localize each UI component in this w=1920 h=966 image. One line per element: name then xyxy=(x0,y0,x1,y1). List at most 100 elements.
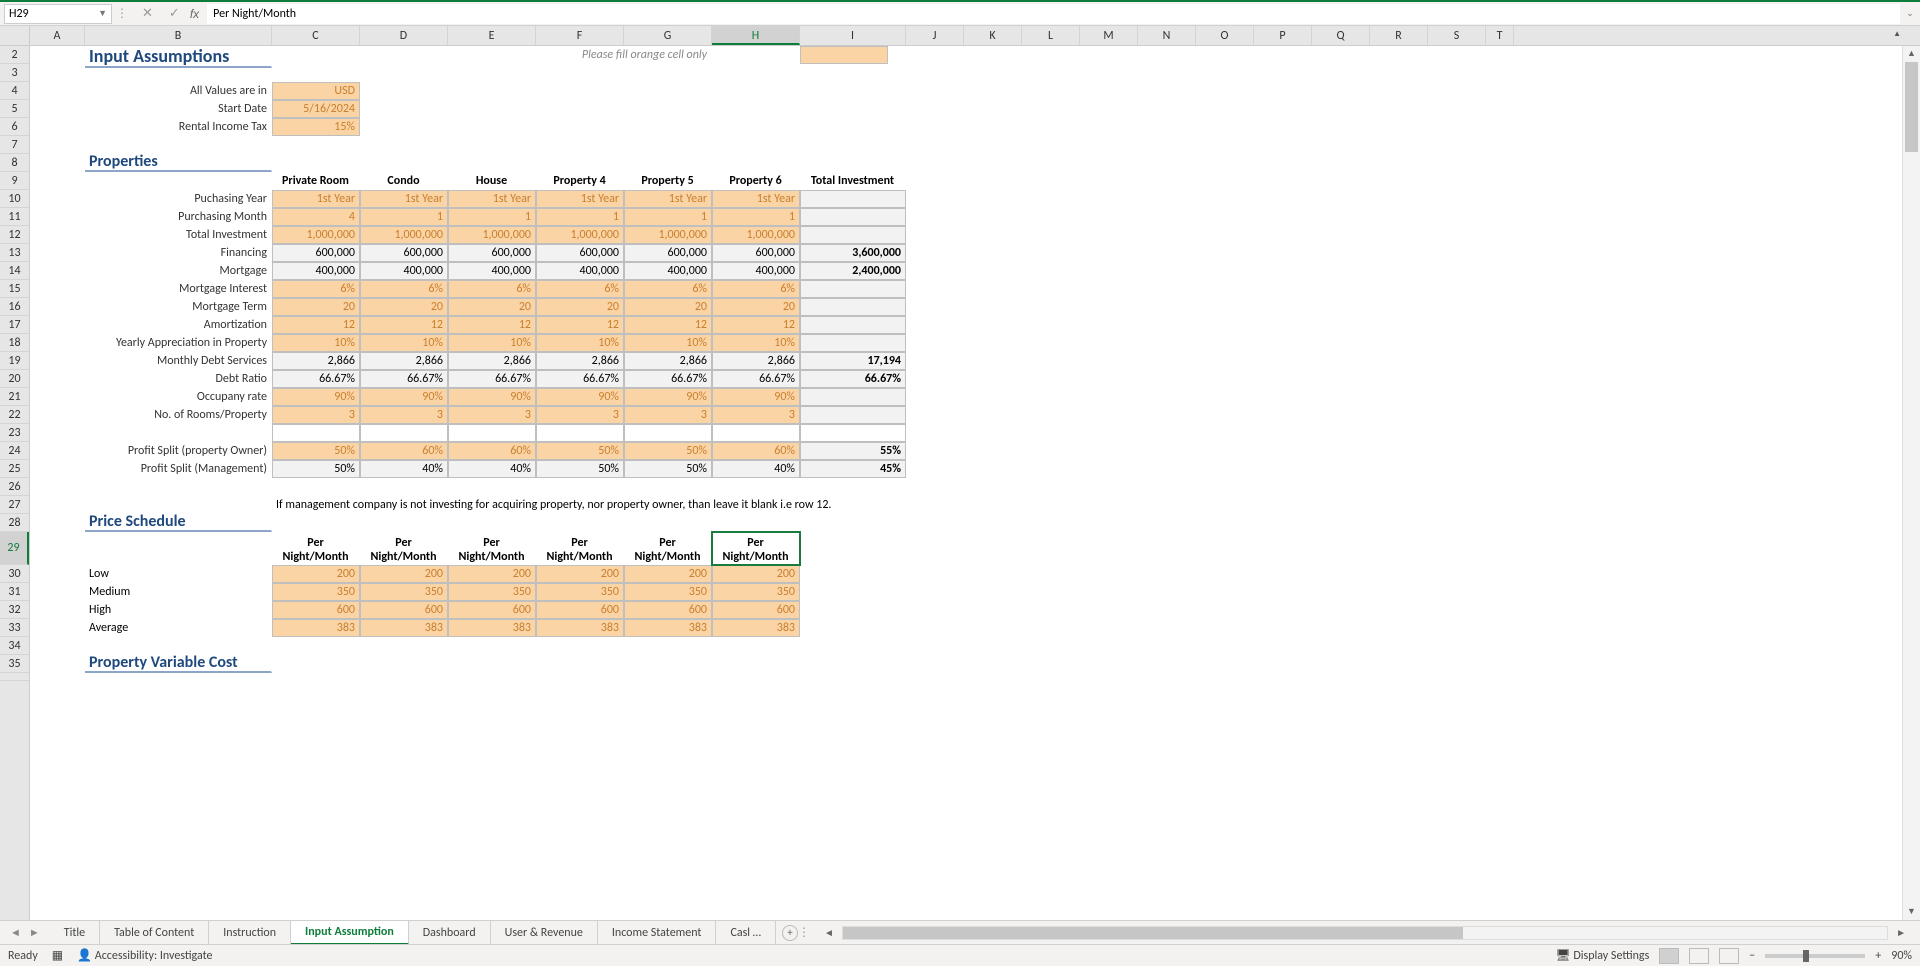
cell-mortgageInterest-3[interactable]: 6% xyxy=(536,280,624,298)
cell-A22[interactable] xyxy=(30,406,85,424)
cell-D34[interactable] xyxy=(360,637,448,655)
price-hdr-3[interactable]: PerNight/Month xyxy=(536,532,624,565)
cell-monthlyDebt-2[interactable]: 2,866 xyxy=(448,352,536,370)
cell-mortgage-4[interactable]: 400,000 xyxy=(624,262,712,280)
cell-mortgageTerm-0[interactable]: 20 xyxy=(272,298,360,316)
cell-price-high-2[interactable]: 600 xyxy=(448,601,536,619)
cell-price-medium-1[interactable]: 350 xyxy=(360,583,448,601)
cell-D8[interactable] xyxy=(360,154,448,172)
col-header-E[interactable]: E xyxy=(448,26,536,45)
cell-price-high-5[interactable]: 600 xyxy=(712,601,800,619)
cell-A2[interactable] xyxy=(30,46,85,64)
cell-E34[interactable] xyxy=(448,637,536,655)
cell-A8[interactable] xyxy=(30,154,85,172)
cell-rooms-4[interactable]: 3 xyxy=(624,406,712,424)
zoom-level[interactable]: 90% xyxy=(1891,949,1912,963)
col-header-T[interactable]: T xyxy=(1486,26,1514,45)
cell-appreciation-5[interactable]: 10% xyxy=(712,334,800,352)
sample-orange-cell[interactable] xyxy=(800,46,888,64)
cell-A4[interactable] xyxy=(30,82,85,100)
vertical-scrollbar[interactable]: ▲ ▼ xyxy=(1902,46,1920,920)
cell-H7[interactable] xyxy=(712,136,800,154)
cell-I30[interactable] xyxy=(800,565,906,583)
cell-H35[interactable] xyxy=(712,655,800,673)
cell-profitMgmt-0[interactable]: 50% xyxy=(272,460,360,478)
cell-debtRatio-3[interactable]: 66.67% xyxy=(536,370,624,388)
cell-G26[interactable] xyxy=(624,478,712,496)
scroll-down-icon[interactable]: ▼ xyxy=(1903,904,1920,920)
cell-rooms-1[interactable]: 3 xyxy=(360,406,448,424)
label-puchasingYear[interactable]: Puchasing Year xyxy=(85,190,272,208)
row-header-2[interactable]: 2 xyxy=(0,46,29,64)
row-header-14[interactable]: 14 xyxy=(0,262,29,280)
cell-mortgage-2[interactable]: 400,000 xyxy=(448,262,536,280)
cell-totalInvestment-2[interactable]: 1,000,000 xyxy=(448,226,536,244)
label-debtRatio[interactable]: Debt Ratio xyxy=(85,370,272,388)
cell-totalInvestment-4[interactable]: 1,000,000 xyxy=(624,226,712,244)
cell-G35[interactable] xyxy=(624,655,712,673)
cell-mortgage-0[interactable]: 400,000 xyxy=(272,262,360,280)
cell-mortgage-3[interactable]: 400,000 xyxy=(536,262,624,280)
expand-formula-icon[interactable]: ⌄ xyxy=(1900,8,1920,19)
cell-D23[interactable] xyxy=(360,424,448,442)
cell-D26[interactable] xyxy=(360,478,448,496)
cell-profitMgmt-1[interactable]: 40% xyxy=(360,460,448,478)
cell-amortization-0[interactable]: 12 xyxy=(272,316,360,334)
row-header-15[interactable]: 15 xyxy=(0,280,29,298)
cell-A33[interactable] xyxy=(30,619,85,637)
sheet-tab-user-revenue[interactable]: User & Revenue xyxy=(491,921,598,945)
heading-price-schedule[interactable]: Price Schedule xyxy=(85,514,272,532)
cell-G4[interactable] xyxy=(624,82,712,100)
cell-price-low-1[interactable]: 200 xyxy=(360,565,448,583)
cell-D35[interactable] xyxy=(360,655,448,673)
cell-occupancy-3[interactable]: 90% xyxy=(536,388,624,406)
cell-financing-total[interactable]: 3,600,000 xyxy=(800,244,906,262)
cell-price-medium-4[interactable]: 350 xyxy=(624,583,712,601)
label-values-in[interactable]: All Values are in xyxy=(85,82,272,100)
cell-financing-1[interactable]: 600,000 xyxy=(360,244,448,262)
cell-price-low-5[interactable]: 200 xyxy=(712,565,800,583)
sheet-tab-table-of-content[interactable]: Table of Content xyxy=(100,921,209,945)
cell-B3[interactable] xyxy=(85,64,272,82)
cell-A16[interactable] xyxy=(30,298,85,316)
cell-A12[interactable] xyxy=(30,226,85,244)
cell-occupancy-2[interactable]: 90% xyxy=(448,388,536,406)
cell-A17[interactable] xyxy=(30,316,85,334)
cell-H4[interactable] xyxy=(712,82,800,100)
zoom-out-icon[interactable]: − xyxy=(1749,949,1755,963)
cell-I2[interactable] xyxy=(888,46,994,64)
cell-puchasingYear-3[interactable]: 1st Year xyxy=(536,190,624,208)
cell-E7[interactable] xyxy=(448,136,536,154)
cell-A9[interactable] xyxy=(30,172,85,190)
label-start-date[interactable]: Start Date xyxy=(85,100,272,118)
cell-totalInvestment-total[interactable] xyxy=(800,226,906,244)
cell-I5[interactable] xyxy=(800,100,906,118)
row-header-4[interactable]: 4 xyxy=(0,82,29,100)
cell-mortgageInterest-2[interactable]: 6% xyxy=(448,280,536,298)
row-header-21[interactable]: 21 xyxy=(0,388,29,406)
cell-H28[interactable] xyxy=(712,514,800,532)
label-purchasingMonth[interactable]: Purchasing Month xyxy=(85,208,272,226)
row-header-34[interactable]: 34 xyxy=(0,637,29,655)
cell-A35[interactable] xyxy=(30,655,85,673)
cell-A34[interactable] xyxy=(30,637,85,655)
cells-area[interactable]: Input AssumptionsPlease fill orange cell… xyxy=(30,46,1902,920)
cell-rooms-2[interactable]: 3 xyxy=(448,406,536,424)
cell-appreciation-1[interactable]: 10% xyxy=(360,334,448,352)
cell-E8[interactable] xyxy=(448,154,536,172)
cell-C34[interactable] xyxy=(272,637,360,655)
cell-purchasingMonth-5[interactable]: 1 xyxy=(712,208,800,226)
col-header-F[interactable]: F xyxy=(536,26,624,45)
display-settings-button[interactable]: 🖥 Display Settings xyxy=(1555,948,1649,963)
cell-A7[interactable] xyxy=(30,136,85,154)
cell-price-average-3[interactable]: 383 xyxy=(536,619,624,637)
prop-col-condo[interactable]: Condo xyxy=(360,172,448,190)
row-header-26[interactable]: 26 xyxy=(0,478,29,496)
row-header-7[interactable]: 7 xyxy=(0,136,29,154)
cell-G23[interactable] xyxy=(624,424,712,442)
prop-col-private-room[interactable]: Private Room xyxy=(272,172,360,190)
col-header-D[interactable]: D xyxy=(360,26,448,45)
price-hdr-1[interactable]: PerNight/Month xyxy=(360,532,448,565)
cell-amortization-3[interactable]: 12 xyxy=(536,316,624,334)
cell-D7[interactable] xyxy=(360,136,448,154)
